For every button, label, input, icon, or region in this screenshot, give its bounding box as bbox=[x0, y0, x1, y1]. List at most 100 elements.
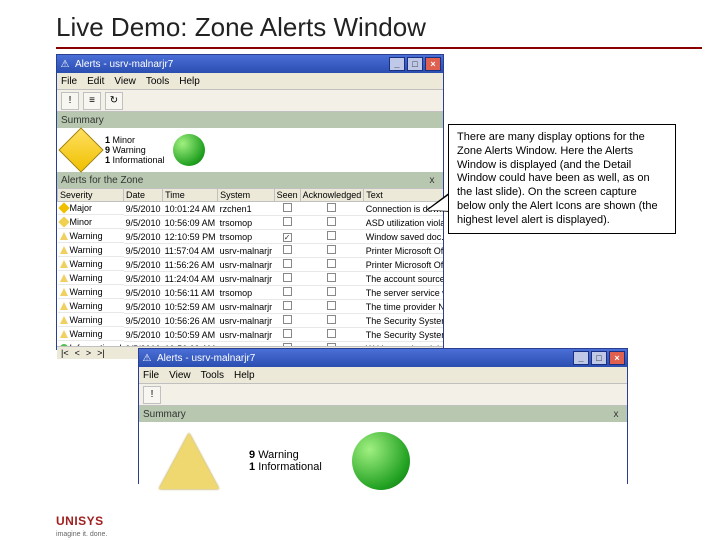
ack-checkbox[interactable] bbox=[327, 273, 336, 282]
toolbar-btn-exclaim[interactable]: ! bbox=[61, 92, 79, 110]
menu-tools[interactable]: Tools bbox=[146, 76, 169, 87]
seen-checkbox[interactable] bbox=[283, 217, 292, 226]
titlebar[interactable]: ⚠ Alerts - usrv-malnarjr7 _ □ × bbox=[57, 55, 443, 73]
cell-system: usrv-malnarjr bbox=[218, 258, 275, 272]
col-header[interactable]: Severity bbox=[58, 189, 124, 202]
seen-checkbox[interactable] bbox=[283, 343, 292, 346]
cell-system: usrv-malnarjr bbox=[218, 300, 275, 314]
cell-date: 9/5/2010 bbox=[124, 328, 163, 342]
ack-checkbox[interactable] bbox=[327, 287, 336, 296]
table-row[interactable]: Warning9/5/201010:56:11 AMtrsomopThe ser… bbox=[58, 286, 444, 300]
menu-file[interactable]: File bbox=[61, 76, 77, 87]
title-rule bbox=[56, 47, 702, 49]
cell-system: usrv-malnarjr bbox=[218, 328, 275, 342]
menu-view[interactable]: View bbox=[114, 76, 136, 87]
cell-time: 10:56:26 AM bbox=[163, 314, 218, 328]
cell-severity: Warning bbox=[58, 230, 124, 243]
ack-checkbox[interactable] bbox=[327, 315, 336, 324]
alerts-panel-header: Alerts for the Zone x bbox=[57, 172, 443, 188]
ack-checkbox[interactable] bbox=[327, 245, 336, 254]
seen-checkbox[interactable] bbox=[283, 245, 292, 254]
table-row[interactable]: Warning9/5/201011:24:04 AMusrv-malnarjrT… bbox=[58, 272, 444, 286]
footer-tagline: imagine it. done. bbox=[56, 531, 107, 538]
severity-icon bbox=[60, 302, 68, 310]
cell-date: 9/5/2010 bbox=[124, 258, 163, 272]
table-row[interactable]: Warning9/5/201010:50:59 AMusrv-malnarjrT… bbox=[58, 328, 444, 342]
col-header[interactable]: Date bbox=[124, 189, 163, 202]
slide-title: Live Demo: Zone Alerts Window bbox=[0, 0, 720, 47]
alerts-panel-label: Alerts for the Zone bbox=[61, 175, 143, 186]
ack-checkbox[interactable] bbox=[327, 203, 336, 212]
status-ok-icon bbox=[173, 134, 205, 166]
alert-icon: ⚠ bbox=[141, 352, 153, 364]
nav-last[interactable]: >| bbox=[97, 348, 105, 358]
menu-edit[interactable]: Edit bbox=[87, 76, 104, 87]
ack-checkbox[interactable] bbox=[327, 217, 336, 226]
minimize-button[interactable]: _ bbox=[573, 351, 589, 365]
seen-checkbox[interactable] bbox=[283, 329, 292, 338]
cell-system: usrv-malnarjr bbox=[218, 272, 275, 286]
close-button[interactable]: × bbox=[609, 351, 625, 365]
titlebar[interactable]: ⚠ Alerts - usrv-malnarjr7 _ □ × bbox=[139, 349, 627, 367]
seen-checkbox[interactable] bbox=[283, 259, 292, 268]
cell-severity: Warning bbox=[58, 328, 124, 341]
table-row[interactable]: Warning9/5/201011:57:04 AMusrv-malnarjrP… bbox=[58, 244, 444, 258]
seen-checkbox[interactable] bbox=[283, 315, 292, 324]
cell-seen bbox=[274, 244, 300, 258]
table-row[interactable]: Warning9/5/201010:56:26 AMusrv-malnarjrT… bbox=[58, 314, 444, 328]
ack-checkbox[interactable] bbox=[327, 329, 336, 338]
cell-date: 9/5/2010 bbox=[124, 300, 163, 314]
ack-checkbox[interactable] bbox=[327, 231, 336, 240]
cell-seen bbox=[274, 258, 300, 272]
severity-icon bbox=[58, 216, 69, 227]
nav-first[interactable]: |< bbox=[61, 348, 69, 358]
close-button[interactable]: × bbox=[425, 57, 441, 71]
seen-checkbox[interactable] bbox=[283, 233, 292, 242]
summary-header: Summary x bbox=[139, 406, 627, 422]
menu-file[interactable]: File bbox=[143, 370, 159, 381]
nav-prev[interactable]: < bbox=[75, 348, 80, 358]
table-row[interactable]: Warning9/5/201011:56:26 AMusrv-malnarjrP… bbox=[58, 258, 444, 272]
maximize-button[interactable]: □ bbox=[407, 57, 423, 71]
table-row[interactable]: Warning9/5/201010:52:59 AMusrv-malnarjrT… bbox=[58, 300, 444, 314]
ack-checkbox[interactable] bbox=[327, 343, 336, 346]
table-row[interactable]: Major9/5/201010:01:24 AMrzchen1Connectio… bbox=[58, 202, 444, 216]
panel-close-icon[interactable]: x bbox=[609, 409, 623, 420]
cell-severity: Warning bbox=[58, 314, 124, 327]
summary-label: Summary bbox=[61, 115, 104, 126]
legend-row: 1 Informational bbox=[105, 155, 165, 165]
seen-checkbox[interactable] bbox=[283, 273, 292, 282]
toolbar-btn-bars[interactable]: ≡ bbox=[83, 92, 101, 110]
ack-checkbox[interactable] bbox=[327, 259, 336, 268]
toolbar-btn-exclaim[interactable]: ! bbox=[143, 386, 161, 404]
cell-ack bbox=[300, 300, 364, 314]
cell-time: 11:56:26 AM bbox=[163, 258, 218, 272]
table-row[interactable]: Informational9/5/201010:56:09 AMtrsomopW… bbox=[58, 342, 444, 347]
menu-tools[interactable]: Tools bbox=[201, 370, 224, 381]
seen-checkbox[interactable] bbox=[283, 287, 292, 296]
col-header[interactable]: System bbox=[218, 189, 275, 202]
cell-severity: Minor bbox=[58, 216, 124, 229]
ack-checkbox[interactable] bbox=[327, 301, 336, 310]
legend-row: 1 Minor bbox=[105, 135, 165, 145]
summary-label: Summary bbox=[143, 409, 186, 420]
table-row[interactable]: Warning9/5/201012:10:59 PMtrsomopWindow … bbox=[58, 230, 444, 244]
col-header[interactable]: Time bbox=[163, 189, 218, 202]
menu-view[interactable]: View bbox=[169, 370, 191, 381]
cell-text: The time provider NtpClient was unable t… bbox=[364, 300, 443, 314]
seen-checkbox[interactable] bbox=[283, 203, 292, 212]
maximize-button[interactable]: □ bbox=[591, 351, 607, 365]
menu-help[interactable]: Help bbox=[234, 370, 255, 381]
nav-next[interactable]: > bbox=[86, 348, 91, 358]
legend-row: 9 Warning bbox=[249, 449, 322, 461]
toolbar-btn-refresh[interactable]: ↻ bbox=[105, 92, 123, 110]
minimize-button[interactable]: _ bbox=[389, 57, 405, 71]
seen-checkbox[interactable] bbox=[283, 301, 292, 310]
menu-help[interactable]: Help bbox=[179, 76, 200, 87]
col-header[interactable]: Seen bbox=[274, 189, 300, 202]
panel-close-icon[interactable]: x bbox=[425, 175, 439, 186]
cell-text: Window saved doc. Net Network routine wh… bbox=[364, 230, 443, 244]
minor-icon bbox=[58, 127, 103, 172]
table-row[interactable]: Minor9/5/201010:56:09 AMtrsomopASD utili… bbox=[58, 216, 444, 230]
col-header[interactable]: Acknowledged bbox=[300, 189, 364, 202]
